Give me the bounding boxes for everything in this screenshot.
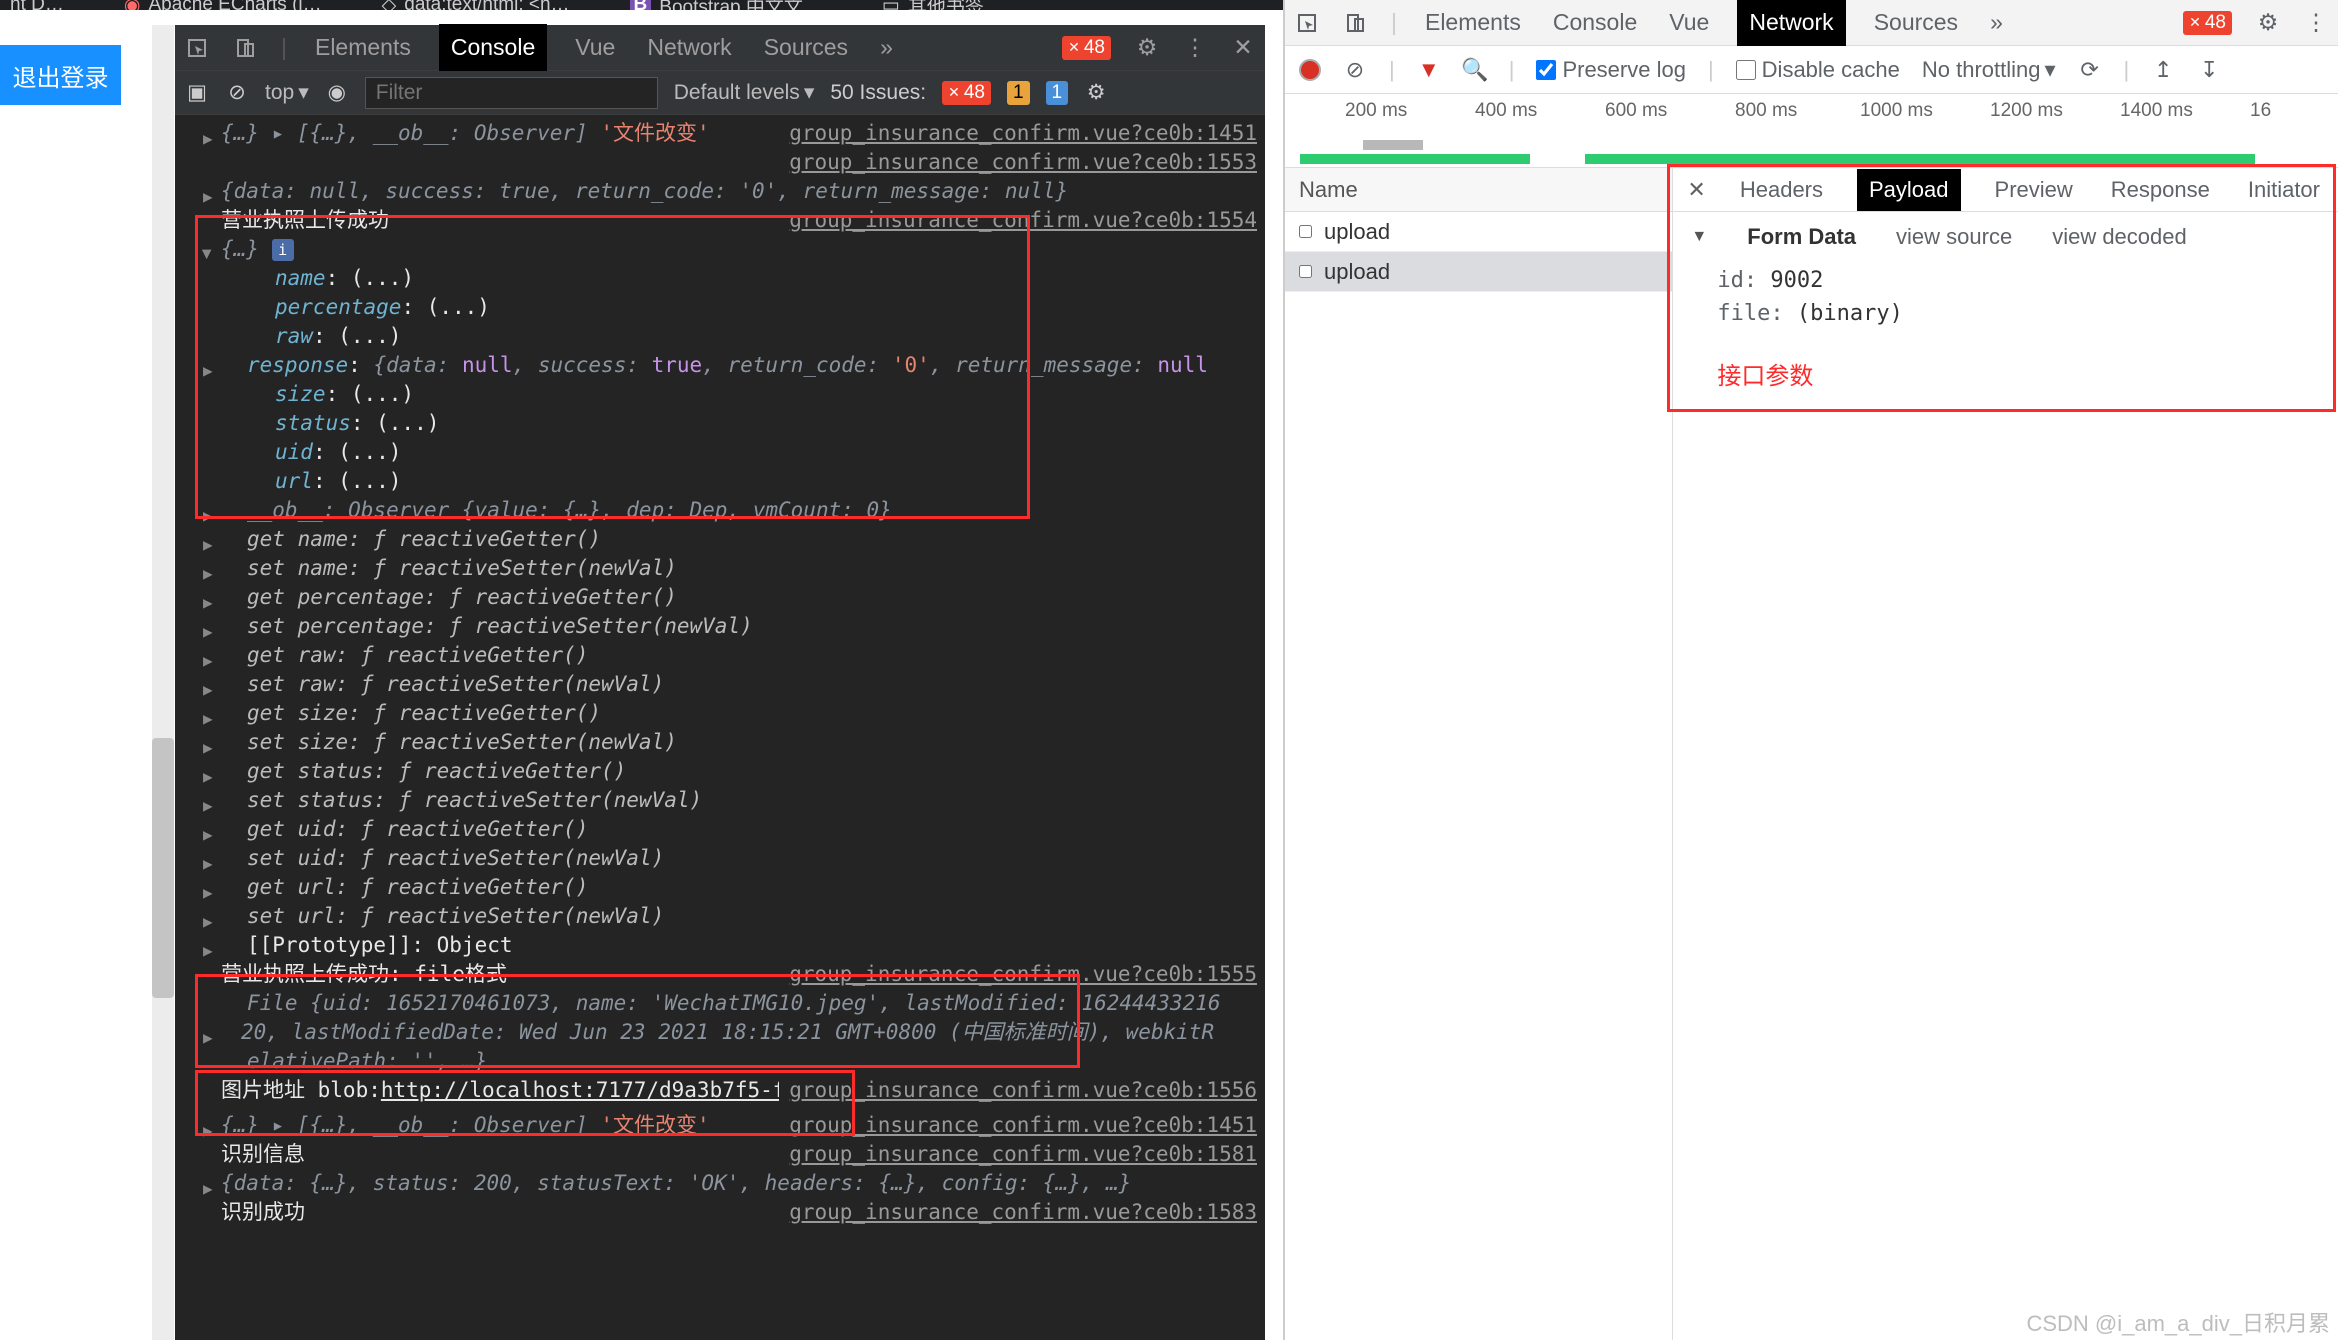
tab-elements[interactable]: Elements [1421,1,1525,44]
tab-headers[interactable]: Headers [1736,169,1827,211]
device-icon[interactable] [233,36,257,60]
name-column-header[interactable]: Name [1285,168,1672,212]
tab-preview[interactable]: Preview [1991,169,2077,211]
eye-icon[interactable]: ◉ [325,81,349,105]
watermark: CSDN @i_am_a_div_日积月累 [2026,1306,2330,1338]
tab-vue[interactable]: Vue [1665,1,1713,44]
close-icon[interactable]: ✕ [1687,177,1705,203]
gear-icon[interactable]: ⚙ [2256,11,2280,35]
close-icon[interactable]: ✕ [1231,36,1255,60]
record-icon[interactable] [1299,59,1321,81]
search-icon[interactable]: 🔍 [1463,58,1487,82]
issues-warn-badge[interactable]: 1 [1007,81,1030,105]
tab-console[interactable]: Console [1549,1,1641,44]
source-link[interactable]: group_insurance_confirm.vue?ce0b:1451 [789,119,1257,148]
issues-error-badge[interactable]: 48 [942,81,991,105]
devtools-tabbar: | Elements Console Vue Network Sources »… [1285,0,2338,46]
request-list: Name upload upload [1285,168,1673,1340]
gear-icon[interactable]: ⚙ [1135,36,1159,60]
upload-icon[interactable]: ↥ [2151,58,2175,82]
tabs-overflow-icon[interactable]: » [1986,1,2007,44]
console-output[interactable]: ▶{…} ▸ [{…}, __ob__: Observer] '文件改变'gro… [175,115,1265,1340]
download-icon[interactable]: ↧ [2197,58,2221,82]
scrollbar-thumb[interactable] [152,738,174,998]
network-toolbar: ⊘ | ▼ 🔍 | Preserve log | Disable cache N… [1285,46,2338,94]
tab-sources[interactable]: Sources [760,26,852,69]
clear-icon[interactable]: ⊘ [225,81,249,105]
levels-dropdown[interactable]: Default levels ▾ [674,80,815,105]
device-icon[interactable] [1343,11,1367,35]
source-link[interactable]: group_insurance_confirm.vue?ce0b:1553 [789,148,1257,177]
browser-tab[interactable]: BBootstrap 中文文… [630,0,822,10]
devtools-tabbar: | Elements Console Vue Network Sources »… [175,25,1265,71]
annotation-label: 接口参数 [1691,356,2320,391]
logout-button[interactable]: 退出登录 [0,45,121,105]
devtools-left: | Elements Console Vue Network Sources »… [175,25,1265,1340]
source-link[interactable]: group_insurance_confirm.vue?ce0b:1554 [789,206,1257,235]
request-row[interactable]: upload [1285,212,1672,252]
disable-cache-checkbox[interactable]: Disable cache [1736,57,1900,83]
tab-response[interactable]: Response [2107,169,2214,211]
browser-tab[interactable]: nt D… [10,0,64,10]
tab-elements[interactable]: Elements [311,26,415,69]
view-source-link[interactable]: view source [1896,224,2012,250]
info-icon[interactable]: i [272,239,294,261]
browser-tab[interactable]: ▭其他书签 [882,0,984,10]
view-decoded-link[interactable]: view decoded [2052,224,2187,250]
source-link[interactable]: group_insurance_confirm.vue?ce0b:1451 [789,1111,1257,1140]
kebab-icon[interactable]: ⋮ [1183,36,1207,60]
tab-vue[interactable]: Vue [571,26,619,69]
blob-link[interactable]: http://localhost:7177/d9a3b7f5-f4db-44c0… [381,1078,779,1102]
form-data-heading: Form Data [1747,224,1856,250]
filter-icon[interactable]: ▼ [1417,58,1441,82]
error-count-badge[interactable]: 48 [1062,36,1111,60]
tab-console[interactable]: Console [439,24,547,71]
kebab-icon[interactable]: ⋮ [2304,11,2328,35]
error-count-badge[interactable]: 48 [2183,11,2232,35]
request-row[interactable]: upload [1285,252,1672,292]
issues-info-badge[interactable]: 1 [1046,81,1069,105]
collapse-icon[interactable]: ▼ [1691,228,1707,246]
wifi-icon[interactable]: ⟳ [2078,58,2102,82]
tabs-overflow-icon[interactable]: » [876,26,897,69]
sidebar-toggle-icon[interactable]: ▣ [185,81,209,105]
throttling-dropdown[interactable]: No throttling ▾ [1922,57,2056,83]
payload-body: ▼ Form Data view source view decoded id:… [1673,212,2338,403]
tab-network[interactable]: Network [643,26,735,69]
page-scrollbar[interactable] [152,25,174,1340]
gear-icon[interactable]: ⚙ [1084,81,1108,105]
row-checkbox[interactable] [1299,265,1312,278]
network-timeline[interactable]: 200 ms 400 ms 600 ms 800 ms 1000 ms 1200… [1285,94,2338,168]
tab-sources[interactable]: Sources [1870,1,1962,44]
filter-input[interactable] [365,77,658,109]
tab-initiator[interactable]: Initiator [2244,169,2324,211]
preserve-log-checkbox[interactable]: Preserve log [1536,57,1686,83]
source-link[interactable]: group_insurance_confirm.vue?ce0b:1581 [789,1140,1257,1169]
source-link[interactable]: group_insurance_confirm.vue?ce0b:1556 [789,1076,1257,1105]
issues-label[interactable]: 50 Issues: [830,81,926,105]
inspect-icon[interactable] [1295,11,1319,35]
inspect-icon[interactable] [185,36,209,60]
source-link[interactable]: group_insurance_confirm.vue?ce0b:1583 [789,1198,1257,1227]
browser-tab[interactable]: ◉Apache ECharts (i… [124,0,322,10]
row-checkbox[interactable] [1299,225,1312,238]
console-toolbar: ▣ ⊘ top ▾ ◉ Default levels ▾ 50 Issues: … [175,71,1265,115]
devtools-right: | Elements Console Vue Network Sources »… [1283,0,2338,1340]
network-split: Name upload upload ✕ Headers Payload Pre… [1285,168,2338,1340]
request-detail: ✕ Headers Payload Preview Response Initi… [1673,168,2338,1340]
tab-payload[interactable]: Payload [1857,169,1961,211]
browser-tab[interactable]: ◇data:text/html; <h… [382,0,570,10]
source-link[interactable]: group_insurance_confirm.vue?ce0b:1555 [789,960,1257,989]
tab-network[interactable]: Network [1737,0,1845,46]
clear-icon[interactable]: ⊘ [1343,58,1367,82]
detail-tabbar: ✕ Headers Payload Preview Response Initi… [1673,168,2338,212]
context-dropdown[interactable]: top ▾ [265,80,309,105]
